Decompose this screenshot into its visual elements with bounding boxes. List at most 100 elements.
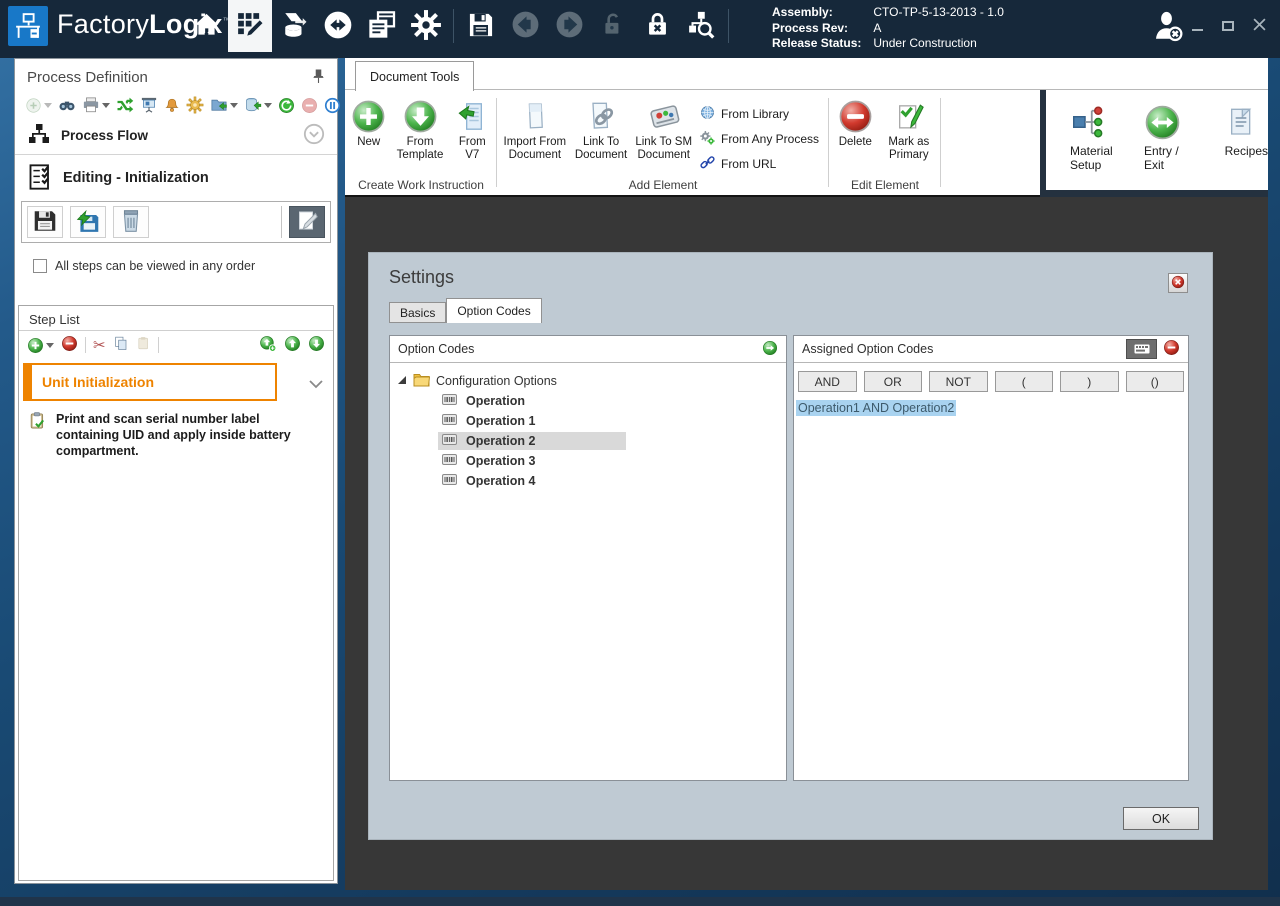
settings-gear-button[interactable] [404, 0, 448, 52]
link-to-sm-document-button[interactable]: Link To SM Document [633, 96, 694, 162]
presentation-icon[interactable] [140, 96, 158, 114]
tree-item[interactable]: Operation 1 [398, 411, 786, 431]
tree-root-row[interactable]: Configuration Options [398, 371, 786, 391]
save-step-button[interactable] [27, 206, 63, 238]
process-search-button[interactable] [679, 0, 723, 52]
transfer-button[interactable] [316, 0, 360, 52]
expand-collapse-icon[interactable] [303, 123, 325, 148]
move-down-icon[interactable] [308, 335, 325, 355]
close-button[interactable] [1252, 19, 1266, 33]
trash-icon [118, 208, 144, 237]
process-toolbar [15, 91, 337, 117]
save-icon [467, 11, 495, 42]
bell-icon[interactable] [164, 97, 180, 114]
step-row-unit-initialization[interactable]: Unit Initialization [19, 363, 333, 401]
option-code-icon [442, 434, 457, 448]
work-instructions-icon [235, 10, 265, 43]
tab-basics[interactable]: Basics [389, 302, 446, 323]
edit-instruction-button[interactable] [289, 206, 325, 238]
step-list-header: Step List [19, 306, 333, 331]
operator-parens-button[interactable]: () [1126, 371, 1185, 392]
tree-item[interactable]: Operation 4 [398, 471, 786, 491]
maximize-button[interactable] [1221, 19, 1235, 33]
import-template-icon [75, 208, 101, 237]
documents-icon [366, 9, 398, 44]
pause-icon[interactable] [324, 97, 341, 114]
mark-as-primary-button[interactable]: Mark as Primary [881, 96, 937, 162]
from-v7-button[interactable]: From V7 [452, 96, 493, 162]
operator-close-paren-button[interactable]: ) [1060, 371, 1119, 392]
selected-step-label: Unit Initialization [42, 374, 154, 390]
export-folder-icon[interactable] [210, 96, 238, 114]
view-order-checkbox[interactable] [33, 259, 47, 273]
view-order-checkbox-row: All steps can be viewed in any order [33, 259, 337, 273]
expression-area[interactable]: Operation1 AND Operation2 [796, 401, 1186, 415]
add-step-icon[interactable] [27, 337, 54, 354]
remove-step-icon[interactable] [61, 335, 78, 355]
move-up-icon[interactable] [284, 335, 301, 355]
import-from-document-button[interactable]: Import From Document [501, 96, 569, 162]
refresh-icon[interactable] [278, 97, 295, 114]
home-button[interactable] [184, 0, 228, 52]
pin-icon[interactable] [312, 68, 325, 87]
operator-not-button[interactable]: NOT [929, 371, 988, 392]
minimize-button[interactable] [1190, 19, 1204, 33]
reorder-icon[interactable] [116, 96, 134, 114]
chevron-down-icon[interactable] [309, 378, 323, 392]
tree-item-selected[interactable]: Operation 2 [398, 431, 786, 451]
from-url-item[interactable]: From URL [699, 154, 819, 174]
forward-button[interactable] [547, 0, 591, 52]
editing-header-label: Editing - Initialization [63, 170, 209, 186]
remove-expression-button[interactable] [1163, 339, 1180, 359]
promote-step-icon[interactable] [259, 335, 277, 355]
print-icon[interactable] [82, 96, 110, 114]
link-to-document-button[interactable]: Link To Document [572, 96, 631, 162]
option-codes-panel: Option Codes Configuration Options Opera… [389, 335, 787, 781]
from-template-button[interactable]: From Template [391, 96, 448, 162]
user-button[interactable] [1150, 8, 1186, 47]
ribbon-side-tools: Material Setup Entry / Exit Recipes [1046, 90, 1268, 190]
assigned-header: Assigned Option Codes [802, 342, 1120, 356]
paste-icon[interactable] [136, 335, 151, 355]
material-setup-button[interactable]: Material Setup [1070, 100, 1120, 190]
assign-option-button[interactable] [762, 340, 778, 359]
unlock-button[interactable] [591, 0, 635, 52]
remove-disabled-icon[interactable] [301, 97, 318, 114]
expression-editor-button[interactable] [1126, 339, 1157, 359]
tab-document-tools[interactable]: Document Tools [355, 61, 474, 91]
find-icon[interactable] [58, 96, 76, 114]
lock-close-button[interactable] [635, 0, 679, 52]
from-library-item[interactable]: From Library [699, 104, 819, 124]
dialog-close-button[interactable] [1168, 273, 1188, 293]
gear-yellow-icon[interactable] [186, 96, 204, 114]
operator-and-button[interactable]: AND [798, 371, 857, 392]
option-codes-tree: Configuration Options Operation Operatio… [390, 363, 786, 491]
save-button[interactable] [459, 0, 503, 52]
expander-icon[interactable] [398, 374, 407, 388]
tree-item[interactable]: Operation [398, 391, 786, 411]
delete-step-button[interactable] [113, 206, 149, 238]
operator-or-button[interactable]: OR [864, 371, 923, 392]
process-flow-row[interactable]: Process Flow [15, 117, 337, 155]
recipes-button[interactable]: Recipes [1225, 100, 1268, 190]
feeders-button[interactable] [272, 0, 316, 52]
work-instructions-button[interactable] [228, 0, 272, 52]
assembly-value: CTO-TP-5-13-2013 - 1.0 [873, 5, 1004, 21]
cut-icon[interactable]: ✂ [93, 336, 106, 354]
ok-button[interactable]: OK [1123, 807, 1199, 830]
delete-element-button[interactable]: Delete [833, 96, 878, 149]
back-button[interactable] [503, 0, 547, 52]
import-template-button[interactable] [70, 206, 106, 238]
entry-exit-button[interactable]: Entry / Exit [1144, 100, 1201, 190]
add-process-icon[interactable] [25, 97, 52, 114]
tree-item[interactable]: Operation 3 [398, 451, 786, 471]
transfer-icon [322, 9, 354, 44]
from-any-process-item[interactable]: From Any Process [699, 129, 819, 149]
new-button[interactable]: New [349, 96, 388, 149]
save-step-icon [32, 208, 58, 237]
copy-icon[interactable] [113, 335, 129, 355]
operator-open-paren-button[interactable]: ( [995, 371, 1054, 392]
documents-button[interactable] [360, 0, 404, 52]
import-bucket-icon[interactable] [244, 96, 272, 114]
tab-option-codes[interactable]: Option Codes [446, 298, 541, 323]
